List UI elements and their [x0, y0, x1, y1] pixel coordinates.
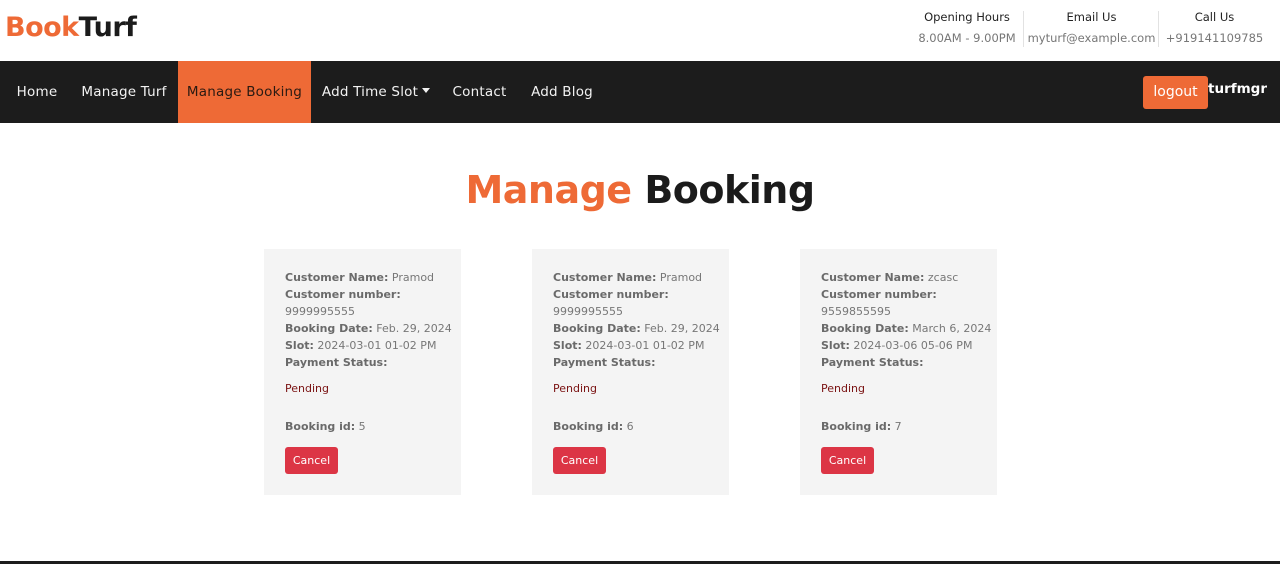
call-value: +919141109785	[1165, 31, 1264, 45]
customer-name-value: zcasc	[927, 271, 959, 284]
call-title: Call Us	[1194, 10, 1235, 24]
booking-id-label: Booking id:	[553, 420, 624, 433]
caret-down-icon	[422, 88, 431, 93]
booking-id-label: Booking id:	[821, 420, 892, 433]
payment-status-label-row: Payment Status:	[553, 356, 656, 369]
nav-home[interactable]: Home	[4, 61, 70, 123]
slot-value: 2024-03-06 05-06 PM	[853, 339, 973, 352]
top-header: BookTurf Opening Hours 8.00AM - 9.00PM E…	[0, 0, 1280, 61]
booking-date-value: Feb. 29, 2024	[644, 322, 720, 335]
booking-date-value: March 6, 2024	[912, 322, 992, 335]
logout-button[interactable]: logout	[1143, 76, 1208, 109]
customer-name-row: Customer Name: Pramod	[285, 271, 434, 284]
nav-manage-booking[interactable]: Manage Booking	[178, 61, 311, 123]
booking-date-row: Booking Date: Feb. 29, 2024	[285, 322, 452, 335]
opening-hours-info: Opening Hours 8.00AM - 9.00PM	[911, 0, 1023, 61]
nav-add-time-slot[interactable]: Add Time Slot	[311, 61, 441, 123]
payment-status-label-row: Payment Status:	[821, 356, 924, 369]
brand-logo-part1: Book	[5, 12, 79, 43]
customer-number-label-row: Customer number:	[553, 288, 669, 301]
booking-id-value: 5	[358, 420, 366, 433]
nav-contact[interactable]: Contact	[441, 61, 518, 123]
customer-number-label: Customer number:	[821, 288, 937, 301]
customer-name-row: Customer Name: Pramod	[553, 271, 702, 284]
booking-date-value: Feb. 29, 2024	[376, 322, 452, 335]
email-info: Email Us myturf@example.com	[1023, 10, 1159, 47]
slot-value: 2024-03-01 01-02 PM	[585, 339, 705, 352]
cancel-button[interactable]: Cancel	[553, 447, 606, 474]
slot-row: Slot: 2024-03-01 01-02 PM	[285, 339, 436, 352]
booking-id-row: Booking id: 5	[285, 420, 366, 433]
customer-name-value: Pramod	[391, 271, 435, 284]
nav-add-time-slot-label: Add Time Slot	[321, 84, 419, 100]
customer-name-value: Pramod	[659, 271, 703, 284]
cancel-button[interactable]: Cancel	[821, 447, 874, 474]
booking-card: Customer Name: Pramod Customer number: 9…	[264, 249, 461, 495]
payment-status-label-row: Payment Status:	[285, 356, 388, 369]
payment-status-value: Pending	[821, 382, 865, 395]
customer-number-value: 9559855595	[821, 305, 891, 318]
booking-id-label: Booking id:	[285, 420, 356, 433]
cancel-button[interactable]: Cancel	[285, 447, 338, 474]
customer-number-value: 9999995555	[285, 305, 355, 318]
booking-card: Customer Name: Pramod Customer number: 9…	[532, 249, 729, 495]
slot-label: Slot:	[553, 339, 582, 352]
customer-name-label: Customer Name:	[553, 271, 657, 284]
booking-date-label: Booking Date:	[821, 322, 909, 335]
booking-id-value: 6	[626, 420, 634, 433]
email-title: Email Us	[1066, 10, 1117, 24]
nav-manage-turf[interactable]: Manage Turf	[70, 61, 178, 123]
opening-hours-title: Opening Hours	[924, 10, 1010, 24]
payment-status-value: Pending	[553, 382, 597, 395]
customer-number-label-row: Customer number:	[821, 288, 937, 301]
payment-status-label: Payment Status:	[553, 356, 656, 369]
slot-row: Slot: 2024-03-06 05-06 PM	[821, 339, 972, 352]
payment-status-value: Pending	[285, 382, 329, 395]
booking-date-row: Booking Date: March 6, 2024	[821, 322, 991, 335]
customer-name-label: Customer Name:	[821, 271, 925, 284]
payment-status-label: Payment Status:	[285, 356, 388, 369]
username-label: turfmgr	[1208, 81, 1267, 97]
slot-row: Slot: 2024-03-01 01-02 PM	[553, 339, 704, 352]
call-info: Call Us +919141109785	[1158, 10, 1270, 47]
customer-number-label: Customer number:	[285, 288, 401, 301]
customer-number-label: Customer number:	[553, 288, 669, 301]
slot-label: Slot:	[821, 339, 850, 352]
customer-name-label: Customer Name:	[285, 271, 389, 284]
booking-date-label: Booking Date:	[553, 322, 641, 335]
customer-number-value: 9999995555	[553, 305, 623, 318]
booking-id-value: 7	[894, 420, 902, 433]
booking-id-row: Booking id: 6	[553, 420, 634, 433]
slot-value: 2024-03-01 01-02 PM	[317, 339, 437, 352]
main-navbar: Home Manage Turf Manage Booking Add Time…	[0, 61, 1280, 123]
booking-id-row: Booking id: 7	[821, 420, 902, 433]
opening-hours-value: 8.00AM - 9.00PM	[918, 31, 1016, 45]
email-value: myturf@example.com	[1027, 31, 1156, 45]
booking-date-label: Booking Date:	[285, 322, 373, 335]
page-title: Manage Booking	[0, 168, 1280, 212]
booking-date-row: Booking Date: Feb. 29, 2024	[553, 322, 720, 335]
payment-status-label: Payment Status:	[821, 356, 924, 369]
nav-add-blog[interactable]: Add Blog	[518, 61, 606, 123]
page-title-part1: Manage	[465, 168, 632, 212]
page-title-part2: Booking	[644, 168, 815, 212]
brand-logo-part2: Turf	[78, 12, 137, 43]
customer-number-label-row: Customer number:	[285, 288, 401, 301]
customer-name-row: Customer Name: zcasc	[821, 271, 958, 284]
booking-card: Customer Name: zcasc Customer number: 95…	[800, 249, 997, 495]
slot-label: Slot:	[285, 339, 314, 352]
brand-logo[interactable]: BookTurf	[5, 12, 137, 43]
